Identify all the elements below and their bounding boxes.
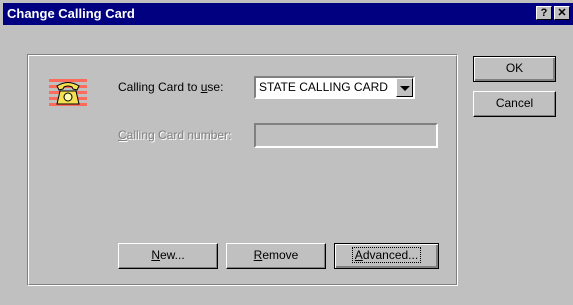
dialog-title: Change Calling Card [7,6,135,21]
remove-button[interactable]: Remove [226,243,326,269]
calling-card-select[interactable]: STATE CALLING CARD [254,76,415,99]
telephone-icon [47,76,89,110]
advanced-button[interactable]: Advanced... [334,243,439,269]
calling-card-value: STATE CALLING CARD [259,80,388,94]
ok-button[interactable]: OK [473,56,556,82]
dropdown-arrow-icon[interactable] [396,78,413,97]
close-button[interactable]: ✕ [554,6,570,20]
calling-card-label: Calling Card to use: [118,80,224,94]
card-number-field [254,123,438,148]
title-bar[interactable]: Change Calling Card ? ✕ [3,3,573,25]
help-button[interactable]: ? [536,6,552,20]
card-number-label: Calling Card number: [118,128,232,142]
focus-rect: Advanced... [351,247,422,263]
change-calling-card-dialog: Change Calling Card ? ✕ Calling Card to … [0,0,573,305]
cancel-button[interactable]: Cancel [473,91,556,117]
new-button[interactable]: New... [118,243,218,269]
